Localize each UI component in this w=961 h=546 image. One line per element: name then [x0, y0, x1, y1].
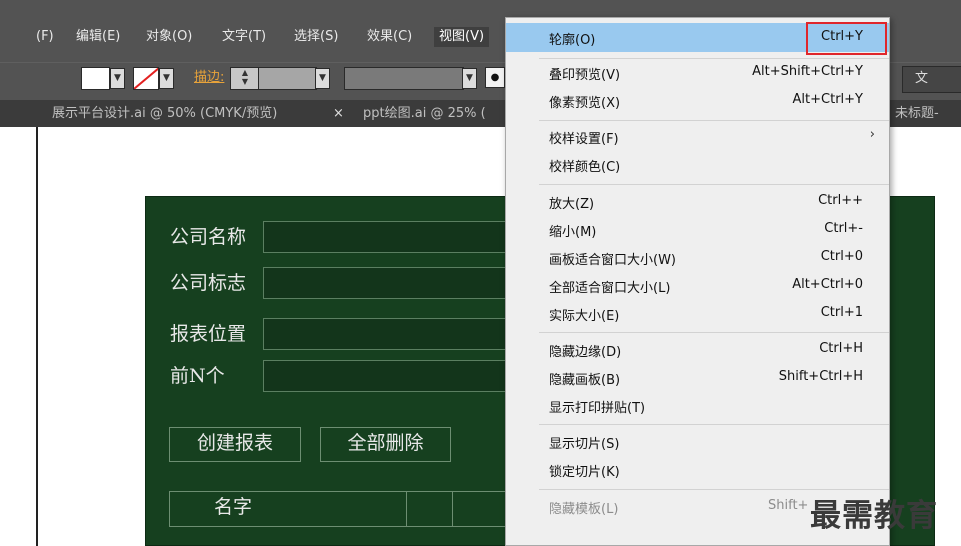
menu-item-shortcut: Ctrl+H: [819, 341, 863, 356]
submenu-arrow-icon: ›: [869, 127, 875, 142]
menu-effect[interactable]: 效果(C): [362, 27, 417, 47]
watermark-logo: 最需教育: [810, 498, 938, 534]
stroke-weight-dropdown-icon[interactable]: ▼: [315, 68, 330, 89]
stroke-weight-input[interactable]: [258, 67, 317, 90]
menu-item-label: 轮廓(O): [549, 33, 596, 48]
menu-item-show-slices[interactable]: 显示切片(S): [506, 428, 889, 455]
fill-dropdown-icon[interactable]: ▼: [110, 68, 125, 89]
menu-item-hide-artboards[interactable]: 隐藏画板(B) Shift+Ctrl+H: [506, 364, 889, 391]
menu-item-proof-setup[interactable]: 校样设置(F) ›: [506, 123, 889, 150]
variable-width-profile[interactable]: [344, 67, 464, 90]
highlight-annotation-box: [806, 22, 887, 55]
menu-item-label: 画板适合窗口大小(W): [549, 253, 676, 268]
menu-item-shortcut: Shift+Ctrl+H: [778, 369, 863, 384]
fill-swatch[interactable]: [81, 67, 110, 90]
menu-item-zoom-out[interactable]: 缩小(M) Ctrl+-: [506, 216, 889, 243]
menu-select[interactable]: 选择(S): [289, 27, 343, 47]
menu-item-label: 全部适合窗口大小(L): [549, 281, 671, 296]
tab-document-1[interactable]: 展示平台设计.ai @ 50% (CMYK/预览): [52, 105, 277, 123]
menu-item-shortcut: Alt+Shift+Ctrl+Y: [752, 64, 863, 79]
canvas-edge: [36, 127, 38, 546]
menu-item-shortcut: Shift+: [768, 498, 809, 513]
profile-dropdown-icon[interactable]: ▼: [462, 68, 477, 89]
report-position-input[interactable]: [263, 318, 525, 350]
menu-item-label: 锁定切片(K): [549, 465, 620, 480]
menu-item-label: 校样颜色(C): [549, 160, 621, 175]
menu-item-label: 隐藏模板(L): [549, 502, 619, 517]
menu-item-label: 缩小(M): [549, 225, 597, 240]
menu-item-shortcut: Alt+Ctrl+Y: [792, 92, 863, 107]
menu-item-shortcut: Ctrl+-: [824, 221, 863, 236]
menu-item-overprint-preview[interactable]: 叠印预览(V) Alt+Shift+Ctrl+Y: [506, 59, 889, 86]
menu-item-hide-edges[interactable]: 隐藏边缘(D) Ctrl+H: [506, 336, 889, 363]
menu-separator: [539, 424, 889, 425]
toolbar-text-button[interactable]: 文: [902, 66, 961, 93]
menu-item-label: 放大(Z): [549, 197, 595, 212]
menu-item-fit-all[interactable]: 全部适合窗口大小(L) Alt+Ctrl+0: [506, 272, 889, 299]
menu-item-zoom-in[interactable]: 放大(Z) Ctrl++: [506, 188, 889, 215]
menu-item-show-print-tiling[interactable]: 显示打印拼贴(T): [506, 392, 889, 419]
menu-item-label: 实际大小(E): [549, 309, 620, 324]
menu-separator: [539, 120, 889, 121]
menu-item-actual-size[interactable]: 实际大小(E) Ctrl+1: [506, 300, 889, 327]
tab-document-2[interactable]: ppt绘图.ai @ 25% (: [363, 105, 486, 123]
tab-close-icon[interactable]: ×: [333, 105, 344, 123]
view-menu-dropdown: 轮廓(O) Ctrl+Y 叠印预览(V) Alt+Shift+Ctrl+Y 像素…: [505, 17, 890, 546]
menu-item-label: 隐藏边缘(D): [549, 345, 622, 360]
menu-edit[interactable]: 编辑(E): [71, 27, 125, 47]
stroke-none-swatch[interactable]: [133, 67, 159, 90]
menu-item-label: 校样设置(F): [549, 132, 619, 147]
stroke-weight-stepper[interactable]: ▲ ▼: [230, 67, 260, 90]
brush-definition-icon[interactable]: ●: [485, 67, 505, 88]
stroke-label[interactable]: 描边:: [194, 69, 224, 87]
menu-item-pixel-preview[interactable]: 像素预览(X) Alt+Ctrl+Y: [506, 87, 889, 114]
company-name-input[interactable]: [263, 221, 525, 253]
menu-item-shortcut: Ctrl+0: [820, 249, 863, 264]
menu-item-lock-slices[interactable]: 锁定切片(K): [506, 456, 889, 483]
table-header-cell: [406, 491, 508, 527]
menu-file[interactable]: (F): [31, 27, 59, 47]
menu-item-fit-artboard[interactable]: 画板适合窗口大小(W) Ctrl+0: [506, 244, 889, 271]
menu-item-shortcut: Ctrl+1: [820, 305, 863, 320]
stroke-dropdown-icon[interactable]: ▼: [159, 68, 174, 89]
create-report-button[interactable]: 创建报表: [169, 427, 301, 462]
tab-document-3[interactable]: 未标题-: [895, 105, 939, 123]
company-logo-input[interactable]: [263, 267, 525, 299]
menu-item-label: 显示打印拼贴(T): [549, 401, 646, 416]
menu-object[interactable]: 对象(O): [141, 27, 197, 47]
menu-view[interactable]: 视图(V): [434, 27, 490, 47]
menu-item-proof-colors[interactable]: 校样颜色(C): [506, 151, 889, 178]
menu-item-label: 隐藏画板(B): [549, 373, 621, 388]
menu-type[interactable]: 文字(T): [217, 27, 271, 47]
delete-all-button[interactable]: 全部删除: [320, 427, 451, 462]
report-position-label: 报表位置: [170, 323, 247, 345]
top-n-input[interactable]: [263, 360, 525, 392]
menu-separator: [539, 184, 889, 185]
company-logo-label: 公司标志: [170, 272, 247, 294]
menu-item-label: 叠印预览(V): [549, 68, 621, 83]
menu-item-label: 显示切片(S): [549, 437, 620, 452]
top-n-label: 前N个: [170, 365, 225, 387]
menu-item-shortcut: Alt+Ctrl+0: [792, 277, 863, 292]
company-name-label: 公司名称: [170, 226, 247, 248]
menu-item-shortcut: Ctrl++: [818, 193, 863, 208]
menu-separator: [539, 332, 889, 333]
menu-item-label: 像素预览(X): [549, 96, 621, 111]
